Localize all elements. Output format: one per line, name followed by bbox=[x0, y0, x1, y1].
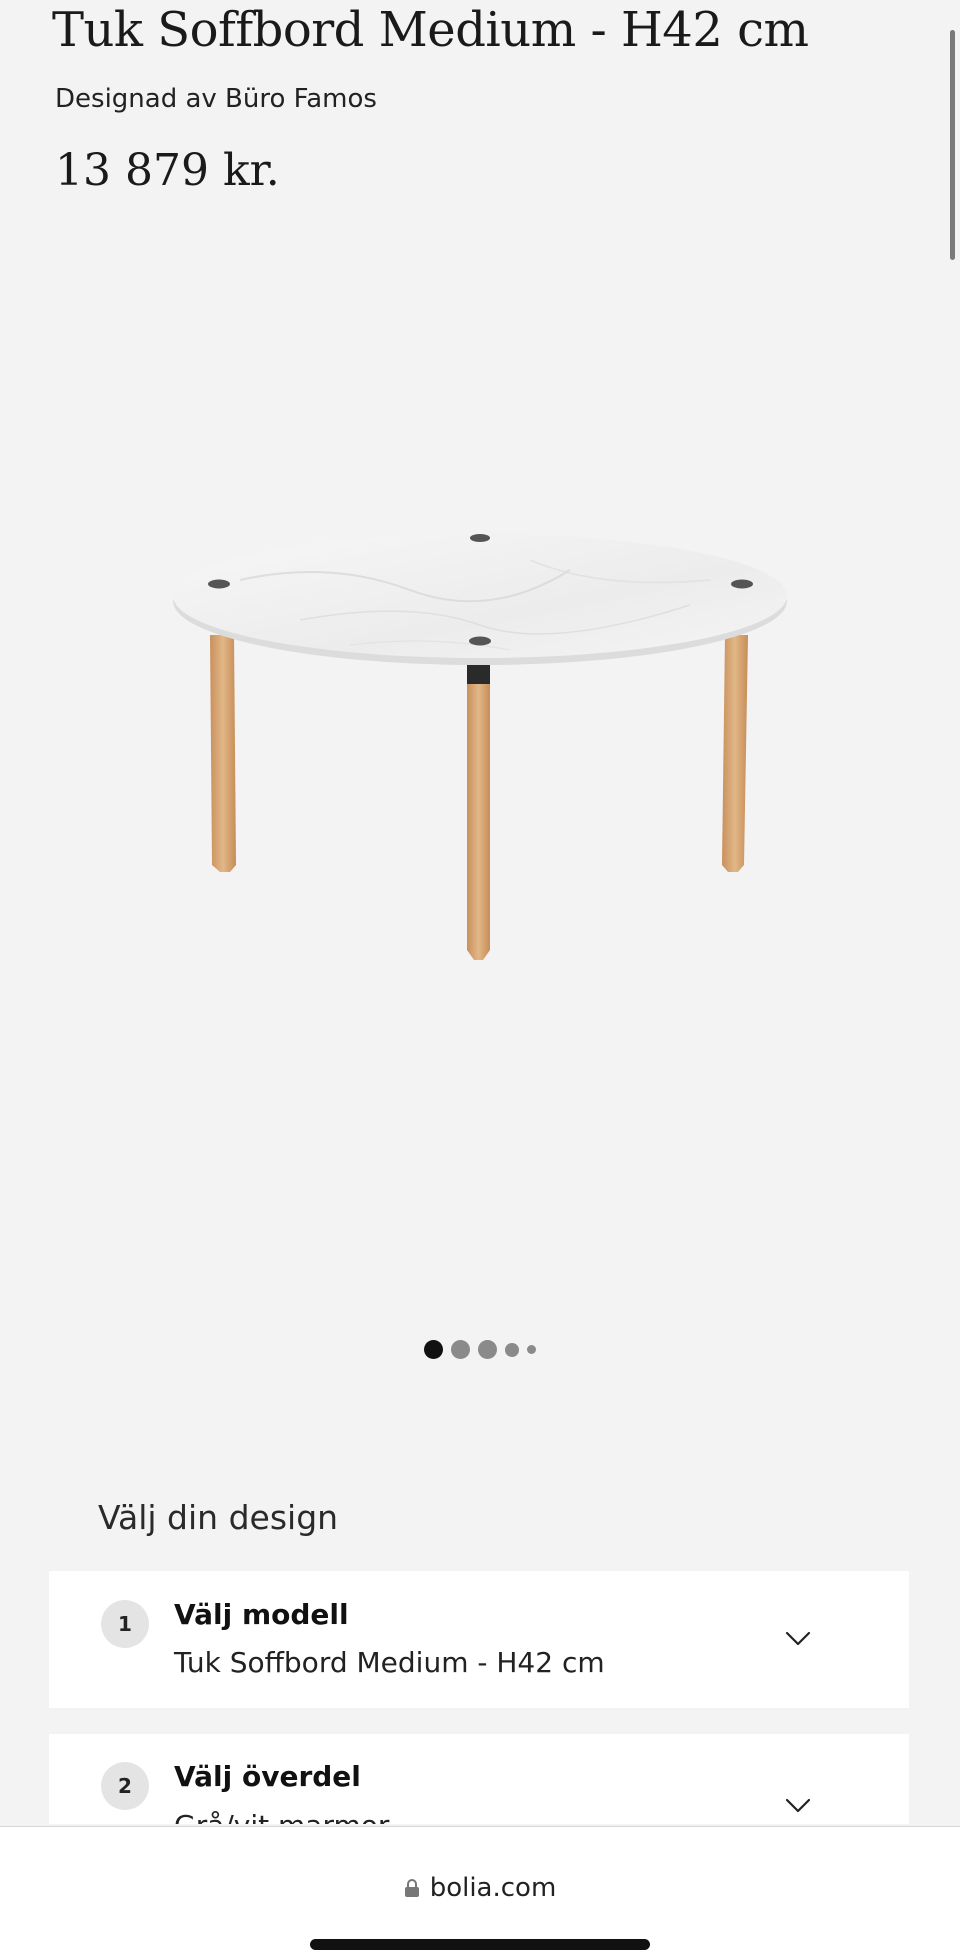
table-leg-right bbox=[722, 635, 748, 872]
table-fixing bbox=[208, 579, 230, 589]
step-title: Välj modell bbox=[174, 1598, 349, 1631]
carousel-dot[interactable] bbox=[478, 1340, 497, 1359]
step-number-badge: 2 bbox=[101, 1762, 149, 1810]
url-text: bolia.com bbox=[429, 1873, 557, 1903]
product-designer: Designad av Büro Famos bbox=[55, 84, 377, 114]
table-leg-left bbox=[210, 635, 236, 872]
accordion-choose-top[interactable]: 2 Välj överdel Grå/vit marmor bbox=[49, 1734, 909, 1824]
chevron-down-icon[interactable] bbox=[785, 1631, 811, 1647]
table-leg-front bbox=[467, 684, 490, 960]
page-scrollbar[interactable] bbox=[950, 30, 955, 260]
step-number-badge: 1 bbox=[101, 1600, 149, 1648]
table-fixing bbox=[470, 534, 490, 542]
carousel-dot[interactable] bbox=[424, 1340, 443, 1359]
address-url[interactable]: bolia.com bbox=[0, 1873, 960, 1903]
accordion-choose-model[interactable]: 1 Välj modell Tuk Soffbord Medium - H42 … bbox=[49, 1571, 909, 1708]
product-page: Tuk Soffbord Medium - H42 cm Designad av… bbox=[0, 0, 960, 1959]
step-title: Välj överdel bbox=[174, 1760, 361, 1793]
carousel-dot[interactable] bbox=[527, 1345, 536, 1354]
table-fixing bbox=[469, 636, 491, 646]
step-selected-value: Grå/vit marmor bbox=[174, 1809, 389, 1824]
image-carousel-dots bbox=[0, 1340, 960, 1359]
chevron-down-icon[interactable] bbox=[785, 1798, 811, 1814]
product-price: 13 879 kr. bbox=[55, 145, 280, 196]
carousel-dot[interactable] bbox=[451, 1340, 470, 1359]
product-image[interactable] bbox=[150, 500, 810, 980]
browser-address-bar: bolia.com bbox=[0, 1826, 960, 1959]
carousel-dot[interactable] bbox=[505, 1342, 519, 1357]
table-fixing bbox=[731, 579, 753, 589]
lock-icon bbox=[404, 1879, 419, 1897]
product-title: Tuk Soffbord Medium - H42 cm bbox=[52, 2, 809, 58]
home-indicator[interactable] bbox=[310, 1939, 650, 1950]
configurator-heading: Välj din design bbox=[98, 1498, 339, 1537]
step-selected-value: Tuk Soffbord Medium - H42 cm bbox=[174, 1646, 605, 1679]
